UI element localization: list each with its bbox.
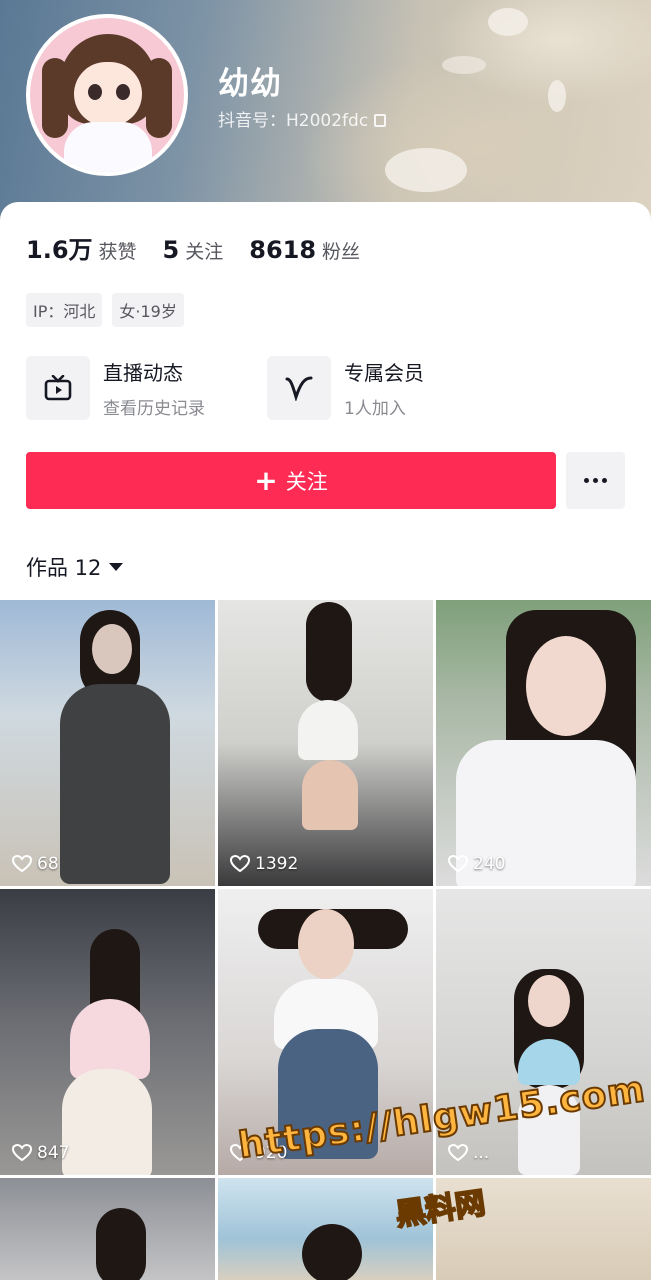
feature-title: 专属会员 [344,361,424,385]
thumb-art [70,999,150,1079]
video-thumbnail[interactable]: 68 [0,600,215,886]
video-thumbnail[interactable] [0,1178,215,1280]
feature-subtitle: 1人加入 [344,399,406,419]
like-count-text: 68 [37,854,59,874]
like-count-text: 1392 [255,854,299,874]
thumb-art [62,1069,152,1175]
heart-icon [12,855,32,873]
like-count: ... [448,1143,489,1163]
douyin-id-text: 抖音号：H2002fdc [218,111,369,131]
membership-entry[interactable]: 专属会员 1人加入 [267,356,424,420]
like-count-text: 240 [473,854,506,874]
thumb-art [96,1208,146,1280]
feature-title: 直播动态 [103,361,183,385]
stats-row: 1.6万 获赞 5 关注 8618 粉丝 [26,230,360,265]
video-thumbnail[interactable]: 240 [436,600,651,886]
stat-label: 获赞 [98,241,137,263]
douyin-id[interactable]: 抖音号：H2002fdc [218,106,387,131]
thumb-art [302,1224,362,1280]
video-thumbnail[interactable]: 847 [0,889,215,1175]
video-thumbnail[interactable]: 1392 [218,600,433,886]
heart-icon [230,855,250,873]
ellipsis-icon [593,478,598,483]
ellipsis-icon [584,478,589,483]
shell-decoration [385,148,467,192]
tab-works[interactable]: 作品 12 [26,552,124,582]
heart-icon [12,1144,32,1162]
avatar-art [74,62,142,126]
shell-decoration [488,8,528,36]
avatar[interactable] [26,14,188,176]
stat-followers[interactable]: 8618 粉丝 [249,236,360,264]
thumb-art [306,602,352,702]
like-count: 240 [448,854,505,874]
thumb-art [302,760,358,830]
thumb-art [528,975,570,1027]
avatar-art [116,84,130,100]
profile-tags: IP：河北 女·19岁 [26,293,184,327]
feature-subtitle: 查看历史记录 [103,399,205,419]
stat-following[interactable]: 5 关注 [163,236,224,264]
stat-label: 粉丝 [322,241,361,263]
stat-value: 1.6万 [26,236,93,264]
heart-icon [448,855,468,873]
video-grid: 68 1392 240 847 920 ... [0,600,651,1280]
like-count: 847 [12,1143,69,1163]
caret-down-icon [109,563,124,571]
thumb-art [298,700,358,760]
stat-value: 5 [162,236,180,264]
ellipsis-icon [602,478,607,483]
shell-decoration [442,56,486,74]
heart-icon [448,1144,468,1162]
avatar-art [64,122,152,172]
avatar-art [88,84,102,100]
stat-label: 关注 [185,241,224,263]
v-icon [267,356,331,420]
nickname: 幼幼 [218,66,282,102]
thumb-art [92,624,132,674]
copy-icon[interactable] [374,114,387,127]
thumb-art [526,636,606,736]
like-count-text: ... [473,1143,490,1163]
like-count-text: 847 [37,1143,70,1163]
gender-age-tag: 女·19岁 [112,293,184,327]
like-count: 1392 [230,854,298,874]
like-count: 68 [12,854,59,874]
stat-likes[interactable]: 1.6万 获赞 [26,230,137,265]
shell-decoration [548,80,566,112]
profile-card: 1.6万 获赞 5 关注 8618 粉丝 IP：河北 女·19岁 直播动态 查看历史记… [0,202,651,602]
stat-value: 8618 [249,236,317,264]
thumb-art [60,684,170,884]
live-history-entry[interactable]: 直播动态 查看历史记录 [26,356,205,420]
thumb-art [298,909,354,979]
tv-icon [26,356,90,420]
follow-label: 关注 [285,469,328,494]
follow-button[interactable]: + 关注 [26,452,556,509]
more-button[interactable] [566,452,625,509]
ip-tag: IP：河北 [26,293,103,327]
works-tab-label: 作品 12 [26,556,102,580]
plus-icon: + [254,463,278,497]
